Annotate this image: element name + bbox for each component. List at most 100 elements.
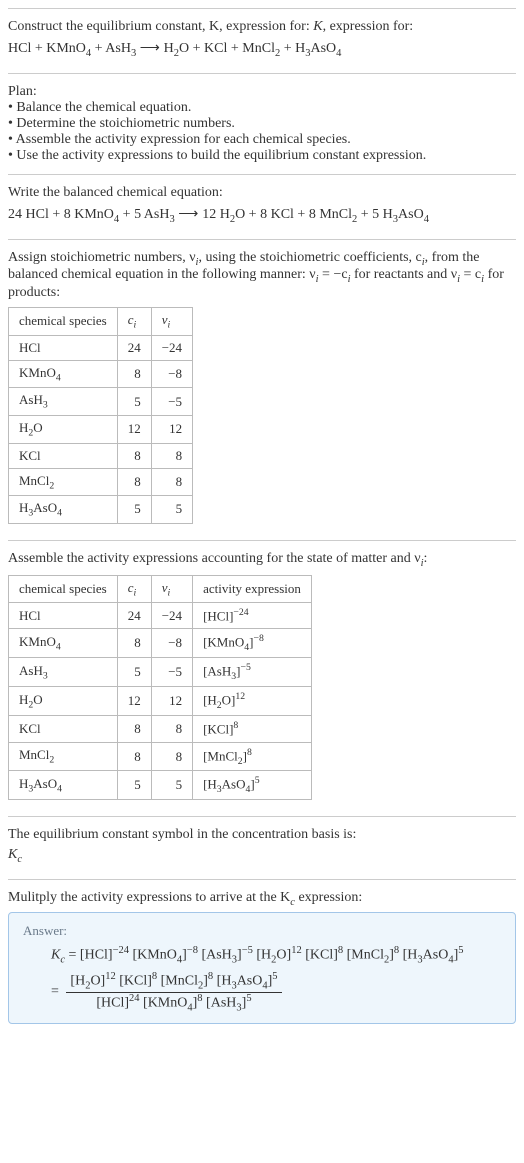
intro-section: Construct the equilibrium constant, K, e… (8, 8, 516, 73)
table-header-row: chemical species ci νi activity expressi… (9, 575, 312, 603)
fraction-numerator: [H2O]12 [KCl]8 [MnCl2]8 [H3AsO4]5 (66, 971, 281, 992)
cell-species: MnCl2 (9, 468, 118, 496)
assemble-text: Assemble the activity expressions accoun… (8, 551, 516, 569)
col-ci: ci (117, 575, 151, 603)
coef: 12 (202, 207, 216, 222)
eq-part: H (164, 41, 174, 56)
term: [MnCl (161, 974, 198, 989)
cell-activity: [MnCl2]8 (193, 742, 312, 771)
coef: 8 (309, 207, 316, 222)
term: [HCl] (80, 948, 113, 963)
answer-fraction: = [H2O]12 [KCl]8 [MnCl2]8 [H3AsO4]5 [HCl… (51, 971, 501, 1013)
cell-activity: [KCl]8 (193, 716, 312, 742)
plan-bullet: • Determine the stoichiometric numbers. (8, 116, 516, 132)
cell-species: MnCl2 (9, 742, 118, 771)
kc: K (51, 948, 60, 963)
coef: 8 (64, 207, 71, 222)
plan-bullet: • Assemble the activity expression for e… (8, 132, 516, 148)
term: [KCl] (305, 948, 338, 963)
col-vi: νi (151, 308, 192, 336)
cell-ci: 8 (117, 716, 151, 742)
cell-activity: [KMnO4]−8 (193, 629, 312, 658)
cell-ci: 8 (117, 468, 151, 496)
cell-ci: 12 (117, 687, 151, 716)
cell-vi: −24 (151, 335, 192, 360)
cell-vi: 5 (151, 771, 192, 800)
cell-species: HCl (9, 335, 118, 360)
cell-species: AsH3 (9, 658, 118, 687)
answer-expression: Kc = [HCl]−24 [KMnO4]−8 [AsH3]−5 [H2O]12… (51, 945, 501, 965)
exp: 8 (394, 945, 399, 956)
unbalanced-equation: HCl + KMnO4 + AsH3 ⟶ H2O + KCl + MnCl2 +… (8, 39, 516, 59)
cell-activity: [H2O]12 (193, 687, 312, 716)
col-ci: ci (117, 308, 151, 336)
assign-text: Assign stoichiometric numbers, νi, using… (8, 250, 516, 302)
term: [H (70, 974, 85, 989)
eq-sign: = (65, 948, 80, 963)
intro-text: Construct the equilibrium constant, K, e… (8, 19, 310, 34)
exp: 8 (338, 945, 343, 956)
exp: −5 (242, 945, 253, 956)
cell-ci: 8 (117, 742, 151, 771)
eq-part: O + KCl + MnCl (179, 41, 275, 56)
table-row: H3AsO455 (9, 496, 193, 524)
cell-species: AsH3 (9, 388, 118, 416)
cell-ci: 8 (117, 360, 151, 388)
arrow-icon: ⟶ (140, 39, 164, 55)
fraction: [H2O]12 [KCl]8 [MnCl2]8 [H3AsO4]5 [HCl]2… (66, 971, 281, 1013)
exp: 8 (152, 971, 157, 982)
cell-vi: 5 (151, 496, 192, 524)
t: : (424, 551, 428, 566)
table-row: KMnO48−8[KMnO4]−8 (9, 629, 312, 658)
plan-section: Plan: • Balance the chemical equation. •… (8, 73, 516, 174)
cell-species: HCl (9, 603, 118, 629)
cell-activity: [AsH3]−5 (193, 658, 312, 687)
t: Assemble the activity expressions accoun… (8, 551, 421, 566)
t: for reactants and ν (350, 267, 457, 282)
table-row: KCl88[KCl]8 (9, 716, 312, 742)
eq-part: AsO (310, 41, 336, 56)
table-row: H2O1212[H2O]12 (9, 687, 312, 716)
eq-part: + H (280, 41, 305, 56)
fraction-denominator: [HCl]24 [KMnO4]8 [AsH3]5 (66, 993, 281, 1013)
term: [H (403, 948, 418, 963)
term: [KCl] (119, 974, 152, 989)
col-species: chemical species (9, 575, 118, 603)
term: [KMnO (143, 996, 187, 1011)
plan-bullet: • Use the activity expressions to build … (8, 148, 516, 164)
cell-vi: −8 (151, 629, 192, 658)
table-row: MnCl288[MnCl2]8 (9, 742, 312, 771)
t: = c (460, 267, 481, 282)
term: [KMnO (133, 948, 177, 963)
answer-box: Answer: Kc = [HCl]−24 [KMnO4]−8 [AsH3]−5… (8, 912, 516, 1024)
table-header-row: chemical species ci νi (9, 308, 193, 336)
table-row: HCl24−24 (9, 335, 193, 360)
exp: −8 (187, 945, 198, 956)
cell-vi: 12 (151, 415, 192, 443)
cell-species: H2O (9, 687, 118, 716)
cell-vi: 8 (151, 443, 192, 468)
table-row: MnCl288 (9, 468, 193, 496)
table-row: H3AsO455[H3AsO4]5 (9, 771, 312, 800)
t: , using the stoichiometric coefficients,… (198, 250, 421, 265)
table-row: AsH35−5[AsH3]−5 (9, 658, 312, 687)
exp: 24 (129, 993, 140, 1004)
cell-species: KMnO4 (9, 629, 118, 658)
col-activity: activity expression (193, 575, 312, 603)
cell-species: H3AsO4 (9, 496, 118, 524)
cell-ci: 5 (117, 496, 151, 524)
cell-vi: 8 (151, 468, 192, 496)
cell-vi: −8 (151, 360, 192, 388)
exp: −24 (113, 945, 129, 956)
coef: 24 (8, 207, 22, 222)
eq-part: + AsH (91, 41, 131, 56)
activity-table: chemical species ci νi activity expressi… (8, 575, 312, 801)
cell-vi: 8 (151, 716, 192, 742)
table-row: KCl88 (9, 443, 193, 468)
plan-title: Plan: (8, 84, 516, 100)
col-species: chemical species (9, 308, 118, 336)
cell-vi: −24 (151, 603, 192, 629)
cell-species: KCl (9, 716, 118, 742)
symbol-text: The equilibrium constant symbol in the c… (8, 827, 516, 843)
cell-species: KCl (9, 443, 118, 468)
